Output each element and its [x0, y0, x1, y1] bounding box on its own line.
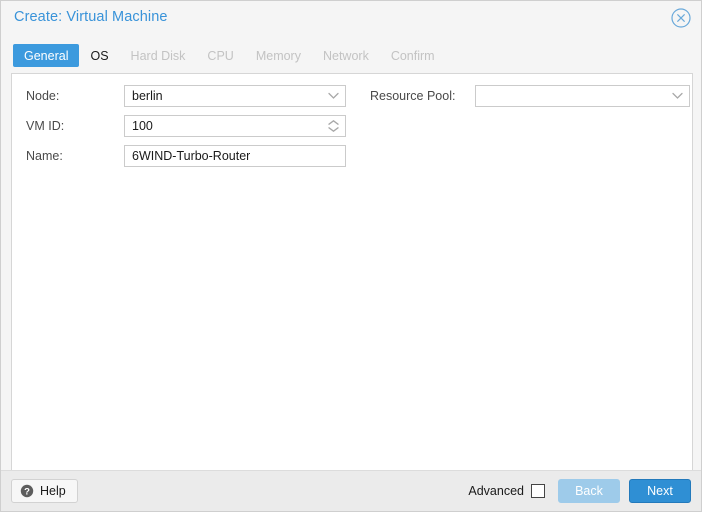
tab-cpu: CPU [196, 44, 244, 67]
tab-label: Confirm [391, 49, 435, 63]
form-column-right: Resource Pool: [362, 85, 692, 115]
question-circle-icon: ? [20, 484, 34, 498]
tab-network: Network [312, 44, 380, 67]
name-input[interactable]: 6WIND-Turbo-Router [124, 145, 346, 167]
resource-pool-label: Resource Pool: [362, 89, 475, 103]
help-button[interactable]: ? Help [11, 479, 78, 503]
vmid-label: VM ID: [16, 119, 124, 133]
tab-label: OS [90, 49, 108, 63]
spinner-updown-icon[interactable] [327, 116, 340, 136]
node-select[interactable]: berlin [124, 85, 346, 107]
field-node: Node: berlin [16, 85, 356, 107]
footer-actions: Advanced Back Next [468, 479, 691, 503]
name-value: 6WIND-Turbo-Router [125, 146, 250, 166]
create-vm-dialog: Create: Virtual Machine General OS Hard … [0, 0, 702, 512]
tab-label: General [24, 49, 68, 63]
field-resource-pool: Resource Pool: [362, 85, 692, 107]
close-icon[interactable] [670, 7, 692, 29]
back-button: Back [558, 479, 620, 503]
next-label: Next [647, 484, 673, 498]
wizard-tabs: General OS Hard Disk CPU Memory Network … [13, 44, 446, 67]
page-title: Create: Virtual Machine [14, 9, 168, 25]
back-label: Back [575, 484, 603, 498]
tab-memory: Memory [245, 44, 312, 67]
dialog-header: Create: Virtual Machine General OS Hard … [1, 1, 701, 71]
dialog-footer: ? Help Advanced Back Next [1, 470, 701, 511]
tab-hard-disk: Hard Disk [120, 44, 197, 67]
help-label: Help [40, 484, 66, 498]
tab-general[interactable]: General [13, 44, 79, 67]
node-label: Node: [16, 89, 124, 103]
chevron-down-icon[interactable] [671, 86, 683, 106]
advanced-checkbox[interactable] [531, 484, 545, 498]
tab-label: Memory [256, 49, 301, 63]
tab-label: Hard Disk [131, 49, 186, 63]
field-vmid: VM ID: 100 [16, 115, 356, 137]
node-value: berlin [125, 86, 163, 106]
chevron-down-icon[interactable] [327, 86, 339, 106]
tab-confirm: Confirm [380, 44, 446, 67]
tab-os[interactable]: OS [79, 44, 119, 67]
advanced-label: Advanced [468, 484, 524, 498]
svg-text:?: ? [24, 487, 30, 498]
name-label: Name: [16, 149, 124, 163]
vmid-stepper[interactable]: 100 [124, 115, 346, 137]
next-button[interactable]: Next [629, 479, 691, 503]
field-name: Name: 6WIND-Turbo-Router [16, 145, 356, 167]
tab-label: Network [323, 49, 369, 63]
tab-label: CPU [207, 49, 233, 63]
general-form-panel: Node: berlin VM ID: 100 [11, 73, 693, 471]
form-column-left: Node: berlin VM ID: 100 [16, 85, 356, 175]
vmid-value: 100 [125, 116, 153, 136]
resource-pool-select[interactable] [475, 85, 690, 107]
